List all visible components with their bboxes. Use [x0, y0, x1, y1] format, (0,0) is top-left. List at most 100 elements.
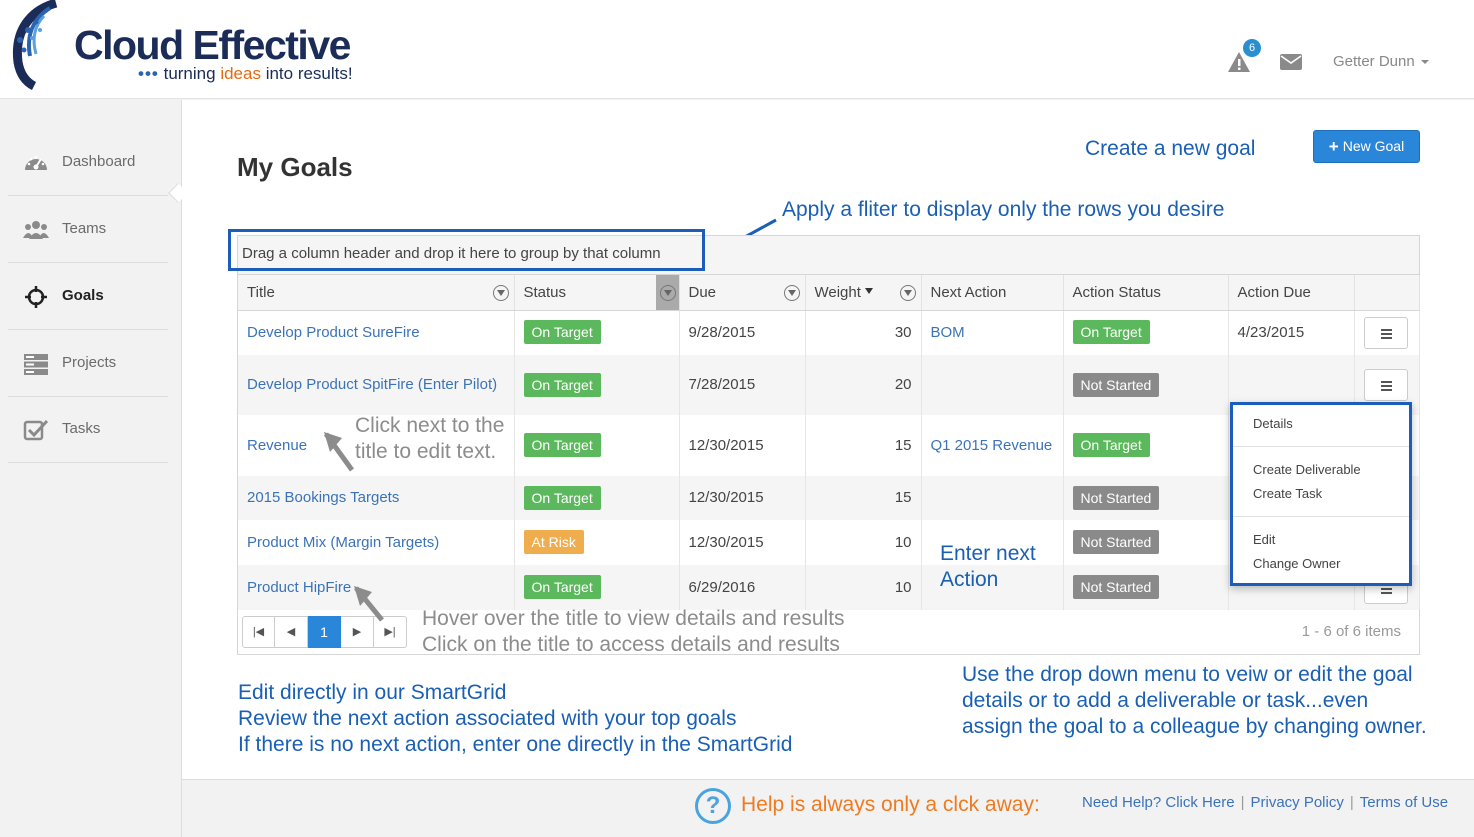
cell-due[interactable]: 9/28/2015	[679, 310, 806, 355]
menu-item-create-deliverable[interactable]: Create Deliverable	[1253, 462, 1361, 477]
pager-prev-button[interactable]: ◀	[275, 616, 308, 648]
column-header-weight[interactable]: Weight	[805, 275, 922, 311]
column-header-status[interactable]: Status	[514, 275, 680, 311]
cell-next-action[interactable]: BOM	[921, 310, 1064, 355]
goal-title-link[interactable]: Product Mix (Margin Targets)	[247, 534, 439, 551]
cell-action-status[interactable]: On Target	[1063, 310, 1229, 355]
privacy-policy-link[interactable]: Privacy Policy	[1250, 794, 1343, 811]
next-action-link[interactable]: Q1 2015 Revenue	[931, 437, 1053, 454]
new-goal-button[interactable]: + New Goal	[1313, 130, 1420, 163]
annotation-dropdown-line2: details or to add a deliverable or task.…	[962, 689, 1369, 712]
menu-item-edit[interactable]: Edit	[1253, 532, 1275, 547]
sidebar-item-goals[interactable]: Goals	[8, 263, 168, 330]
sidebar-item-tasks[interactable]: Tasks	[8, 396, 168, 463]
goal-title-link[interactable]: Product HipFire	[247, 579, 351, 596]
menu-divider	[1233, 446, 1409, 447]
tagline-highlight: ideas	[220, 64, 261, 83]
cell-action-status[interactable]: Not Started	[1063, 565, 1229, 610]
cell-due[interactable]: 12/30/2015	[679, 476, 806, 520]
help-question-icon[interactable]: ?	[695, 788, 731, 824]
pager-page-1[interactable]: 1	[308, 616, 341, 648]
new-goal-label: New Goal	[1342, 138, 1405, 154]
menu-item-details[interactable]: Details	[1253, 416, 1293, 431]
action-status-badge: Not Started	[1072, 372, 1160, 397]
cell-status[interactable]: On Target	[514, 415, 680, 476]
cell-status[interactable]: On Target	[514, 565, 680, 610]
cell-action-status[interactable]: Not Started	[1063, 476, 1229, 520]
cell-status[interactable]: On Target	[514, 310, 680, 355]
pager-info: 1 - 6 of 6 items	[1301, 623, 1401, 640]
cell-weight[interactable]: 15	[805, 476, 922, 520]
column-header-label: Status	[523, 283, 567, 301]
sidebar-item-dashboard[interactable]: Dashboard	[8, 129, 168, 196]
footer-links: Need Help? Click Here | Privacy Policy | Ter…	[1082, 794, 1448, 811]
cell-weight[interactable]: 10	[805, 520, 922, 565]
next-action-link[interactable]: BOM	[931, 324, 965, 341]
cell-weight[interactable]: 15	[805, 415, 922, 476]
cell-status[interactable]: On Target	[514, 476, 680, 520]
menu-divider	[1233, 516, 1409, 517]
column-header-next-action[interactable]: Next Action	[921, 275, 1064, 311]
menu-item-create-task[interactable]: Create Task	[1253, 486, 1322, 501]
status-badge: On Target	[523, 485, 601, 510]
cell-due[interactable]: 6/29/2016	[679, 565, 806, 610]
sidebar-item-label: Dashboard	[62, 153, 136, 170]
cell-due[interactable]: 12/30/2015	[679, 520, 806, 565]
goal-title-link[interactable]: 2015 Bookings Targets	[247, 489, 399, 506]
tagline-dots: •••	[138, 64, 159, 83]
sidebar-item-teams[interactable]: Teams	[8, 196, 168, 263]
terms-of-use-link[interactable]: Terms of Use	[1360, 794, 1448, 811]
sidebar-item-projects[interactable]: Projects	[8, 330, 168, 397]
footer-separator: |	[1240, 794, 1245, 811]
goal-title-link[interactable]: Develop Product SureFire	[247, 324, 420, 341]
footer-separator: |	[1349, 794, 1354, 811]
cell-next-action[interactable]: Q1 2015 Revenue	[921, 415, 1064, 476]
cell-next-action[interactable]	[921, 355, 1064, 415]
annotation-pointer-arrow-icon	[323, 432, 355, 472]
action-status-badge: Not Started	[1072, 530, 1160, 554]
cell-action-due[interactable]: 4/23/2015	[1228, 310, 1355, 355]
row-actions-dropdown: Details Create Deliverable Create Task E…	[1230, 402, 1412, 586]
cell-title[interactable]: 2015 Bookings Targets	[238, 476, 515, 520]
tagline-pre: turning	[163, 64, 216, 83]
cell-due[interactable]: 7/28/2015	[679, 355, 806, 415]
cell-status[interactable]: On Target	[514, 355, 680, 415]
cell-weight[interactable]: 20	[805, 355, 922, 415]
filter-icon[interactable]	[783, 285, 800, 301]
status-badge: On Target	[523, 320, 601, 345]
brand-logo[interactable]: Cloud Effective ••• turning ideas into r…	[6, 0, 386, 92]
need-help-link[interactable]: Need Help? Click Here	[1082, 794, 1235, 811]
column-header-action-status[interactable]: Action Status	[1063, 275, 1229, 311]
cell-action-status[interactable]: On Target	[1063, 415, 1229, 476]
cell-title[interactable]: Develop Product SureFire	[238, 310, 515, 355]
column-header-action-due[interactable]: Action Due	[1228, 275, 1355, 311]
menu-item-change-owner[interactable]: Change Owner	[1253, 556, 1340, 571]
action-status-badge: Not Started	[1072, 485, 1160, 510]
cell-due[interactable]: 12/30/2015	[679, 415, 806, 476]
cell-weight[interactable]: 30	[805, 310, 922, 355]
row-menu-button[interactable]	[1363, 369, 1408, 401]
user-menu[interactable]: Getter Dunn	[1333, 53, 1429, 70]
cell-action-status[interactable]: Not Started	[1063, 355, 1229, 415]
cell-next-action[interactable]	[921, 476, 1064, 520]
pager-first-button[interactable]: |◀	[242, 616, 275, 648]
column-header-due[interactable]: Due	[679, 275, 806, 311]
annotation-help: Help is always only a clck away:	[741, 793, 1040, 816]
goal-title-link[interactable]: Revenue	[247, 437, 307, 454]
cell-action-status[interactable]: Not Started	[1063, 520, 1229, 565]
filter-icon[interactable]	[899, 285, 916, 301]
row-menu-button[interactable]	[1363, 316, 1408, 349]
column-header-title[interactable]: Title	[238, 275, 515, 311]
cell-title[interactable]: Product Mix (Margin Targets)	[238, 520, 515, 565]
cell-title[interactable]: Develop Product SpitFire (Enter Pilot)	[238, 355, 515, 415]
filter-icon[interactable]	[492, 285, 509, 301]
annotation-enter-next-line2: Action	[940, 568, 999, 591]
cell-status[interactable]: At Risk	[514, 520, 680, 565]
filter-icon[interactable]	[659, 285, 676, 301]
table-row: Develop Product SureFire On Target 9/28/…	[238, 310, 1420, 355]
mail-icon[interactable]	[1280, 54, 1302, 70]
goal-title-link[interactable]: Develop Product SpitFire (Enter Pilot)	[247, 376, 497, 393]
sidebar-item-label: Tasks	[62, 420, 101, 437]
cell-weight[interactable]: 10	[805, 565, 922, 610]
status-badge: On Target	[523, 433, 601, 457]
